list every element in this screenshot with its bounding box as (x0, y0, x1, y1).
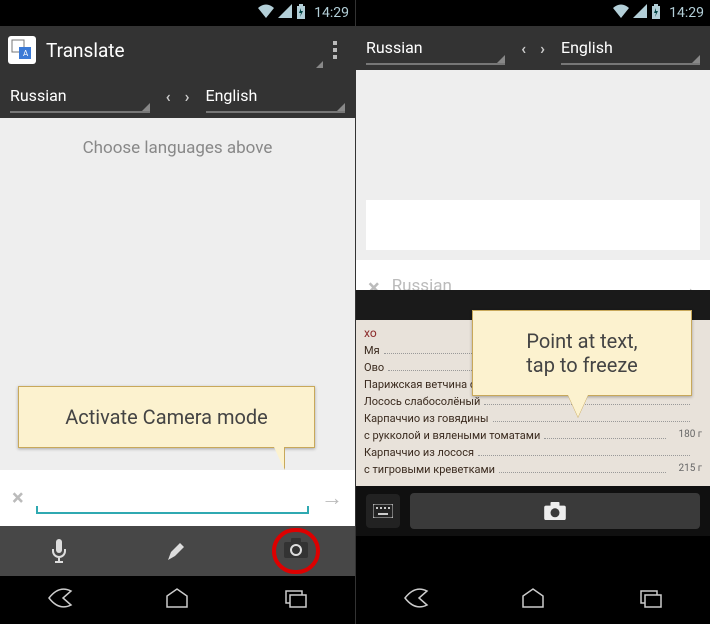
source-language-label: Russian (10, 86, 67, 105)
translate-input[interactable] (36, 482, 309, 514)
callout-point-tap: Point at text, tap to freeze (472, 310, 692, 396)
language-bar: Russian ‹ › English (0, 74, 355, 118)
phone-right: 14:29 Russian ‹ › English × Russian → хо (355, 0, 710, 624)
target-language-selector[interactable]: English (206, 80, 346, 113)
target-language-label: English (561, 38, 613, 57)
voice-input-button[interactable] (0, 526, 118, 576)
callout-camera-mode: Activate Camera mode (18, 386, 315, 448)
menu-row: Карпаччио из говядины (364, 412, 702, 425)
source-language-label: Russian (366, 38, 423, 57)
back-button[interactable] (45, 587, 73, 613)
target-language-selector[interactable]: English (561, 32, 700, 65)
battery-icon (296, 4, 306, 23)
signal-icon (278, 4, 292, 22)
status-time: 14:29 (669, 5, 704, 21)
dropdown-triangle-icon (337, 103, 345, 111)
menu-row-text: Карпаччио из лосося (364, 446, 474, 459)
highlight-ring (272, 528, 320, 574)
wifi-icon (258, 4, 274, 22)
wifi-icon (613, 4, 629, 22)
back-button[interactable] (401, 587, 429, 613)
menu-row-text: Карпаччио из говядины (364, 412, 489, 425)
menu-row: с тигровыми креветками 215 г (364, 463, 702, 476)
status-bar: 14:29 (356, 0, 710, 26)
callout-arrow-icon (568, 395, 588, 417)
recents-button[interactable] (637, 587, 665, 613)
home-button[interactable] (163, 587, 191, 613)
home-button[interactable] (519, 587, 547, 613)
status-bar: 14:29 (0, 0, 355, 26)
main-area: Choose languages above Activate Camera m… (0, 118, 355, 526)
chevron-right-icon: › (540, 39, 545, 58)
handwriting-input-button[interactable] (118, 526, 236, 576)
swap-languages-button[interactable]: ‹ › (505, 39, 561, 58)
title-dropdown-icon (316, 61, 323, 68)
system-nav-bar (0, 576, 355, 624)
source-language-selector[interactable]: Russian (366, 32, 505, 65)
callout-line1: Point at text, (495, 329, 669, 353)
submit-button[interactable]: → (321, 485, 343, 511)
dropdown-triangle-icon (692, 55, 700, 63)
menu-row: с рукколой и вялеными томатами 180 г (364, 429, 702, 442)
svg-text:A: A (23, 49, 29, 58)
callout-arrow-icon (274, 447, 284, 469)
callout-line2: tap to freeze (495, 353, 669, 377)
battery-icon (651, 4, 661, 23)
clear-input-button[interactable]: × (12, 486, 24, 511)
menu-row-text: с рукколой и вялеными томатами (364, 429, 540, 442)
camera-icon (544, 502, 566, 520)
dropdown-triangle-icon (142, 103, 150, 111)
target-language-label: English (206, 86, 258, 105)
menu-row-text: Мя (364, 344, 380, 357)
chevron-left-icon: ‹ (166, 87, 171, 106)
app-bar: A Translate (0, 26, 355, 74)
main-area: × Russian → хо МяОвоПарижская ветчина с … (356, 70, 710, 576)
input-row: × → (0, 470, 355, 526)
keyboard-button[interactable] (366, 494, 400, 528)
keyboard-icon (373, 504, 393, 518)
phone-left: 14:29 A Translate Russian ‹ › English Ch… (0, 0, 355, 624)
dropdown-triangle-icon (497, 55, 505, 63)
translate-logo-icon: A (8, 36, 36, 64)
source-language-selector[interactable]: Russian (10, 80, 150, 113)
chevron-left-icon: ‹ (521, 39, 526, 58)
menu-row: Карпаччио из лосося (364, 446, 702, 459)
capture-button[interactable] (410, 493, 700, 529)
callout-text: Activate Camera mode (65, 405, 268, 429)
recents-button[interactable] (282, 587, 310, 613)
result-card (366, 200, 700, 250)
signal-icon (633, 4, 647, 22)
swap-languages-button[interactable]: ‹ › (150, 87, 206, 106)
choose-languages-hint: Choose languages above (0, 118, 355, 178)
language-bar: Russian ‹ › English (356, 26, 710, 70)
chevron-right-icon: › (185, 87, 190, 106)
menu-row-text: Ово (364, 361, 384, 374)
menu-row-price: 215 г (678, 463, 702, 476)
camera-input-button[interactable] (237, 526, 355, 576)
menu-row-text: Лосось слабосолёный (364, 395, 480, 408)
menu-row-text: с тигровыми креветками (364, 463, 495, 476)
camera-controls (356, 486, 710, 536)
status-time: 14:29 (314, 5, 349, 21)
menu-row-price: 180 г (678, 429, 702, 442)
app-title[interactable]: Translate (46, 39, 328, 62)
menu-row: Лосось слабосолёный (364, 395, 702, 408)
overflow-menu-button[interactable] (323, 41, 347, 59)
camera-icon (284, 538, 308, 558)
input-mode-toolbar (0, 526, 355, 576)
system-nav-bar (356, 576, 710, 624)
